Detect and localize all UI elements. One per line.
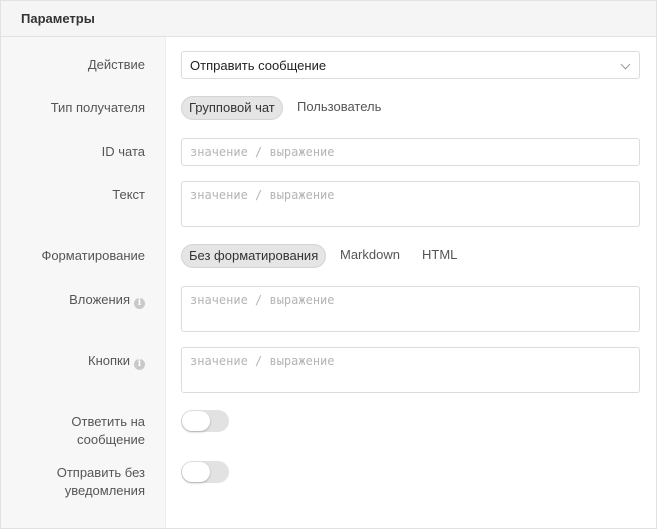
toggle-knob [182,462,210,482]
text-placeholder: значение / выражение [190,188,335,202]
silent-label: Отправить без уведомления [57,464,145,500]
action-select-value: Отправить сообщение [190,58,327,73]
attachments-label: Вложения [69,292,130,307]
formatting-option-plain[interactable]: Без форматирования [181,244,327,268]
buttons-placeholder: значение / выражение [190,354,335,368]
reply-label-line2: сообщение [76,432,145,447]
info-icon[interactable]: i [134,359,145,370]
chevron-down-icon [620,59,631,70]
recipient-type-label: Тип получателя [50,100,145,115]
attachments-placeholder: значение / выражение [190,293,335,307]
buttons-field[interactable]: значение / выражение [181,347,640,393]
recipient-option-user[interactable]: Пользователь [290,95,388,119]
formatting-option-html[interactable]: HTML [415,243,464,267]
chat-id-placeholder: значение / выражение [190,145,335,159]
reply-toggle[interactable] [181,410,229,432]
text-field[interactable]: значение / выражение [181,181,640,227]
formatting-label: Форматирование [41,248,145,263]
action-label: Действие [87,57,145,72]
formatting-option-markdown[interactable]: Markdown [333,243,407,267]
text-label: Текст [112,187,145,202]
attachments-field[interactable]: значение / выражение [181,286,640,332]
panel-header: Параметры [1,1,656,37]
silent-toggle[interactable] [181,461,229,483]
buttons-label-wrap: Кнопки i [88,352,145,370]
toggle-knob [182,411,210,431]
chat-id-label: ID чата [101,144,145,159]
reply-label: Ответить на сообщение [71,413,145,449]
recipient-option-group-chat[interactable]: Групповой чат [181,96,283,120]
chat-id-field[interactable]: значение / выражение [181,138,640,166]
buttons-label: Кнопки [88,353,130,368]
silent-label-line1: Отправить без [56,465,145,480]
info-icon[interactable]: i [134,298,145,309]
silent-label-line2: уведомления [64,483,145,498]
reply-label-line1: Ответить на [71,414,145,429]
panel-title: Параметры [21,11,95,26]
attachments-label-wrap: Вложения i [69,291,145,309]
action-select[interactable]: Отправить сообщение [181,51,640,79]
